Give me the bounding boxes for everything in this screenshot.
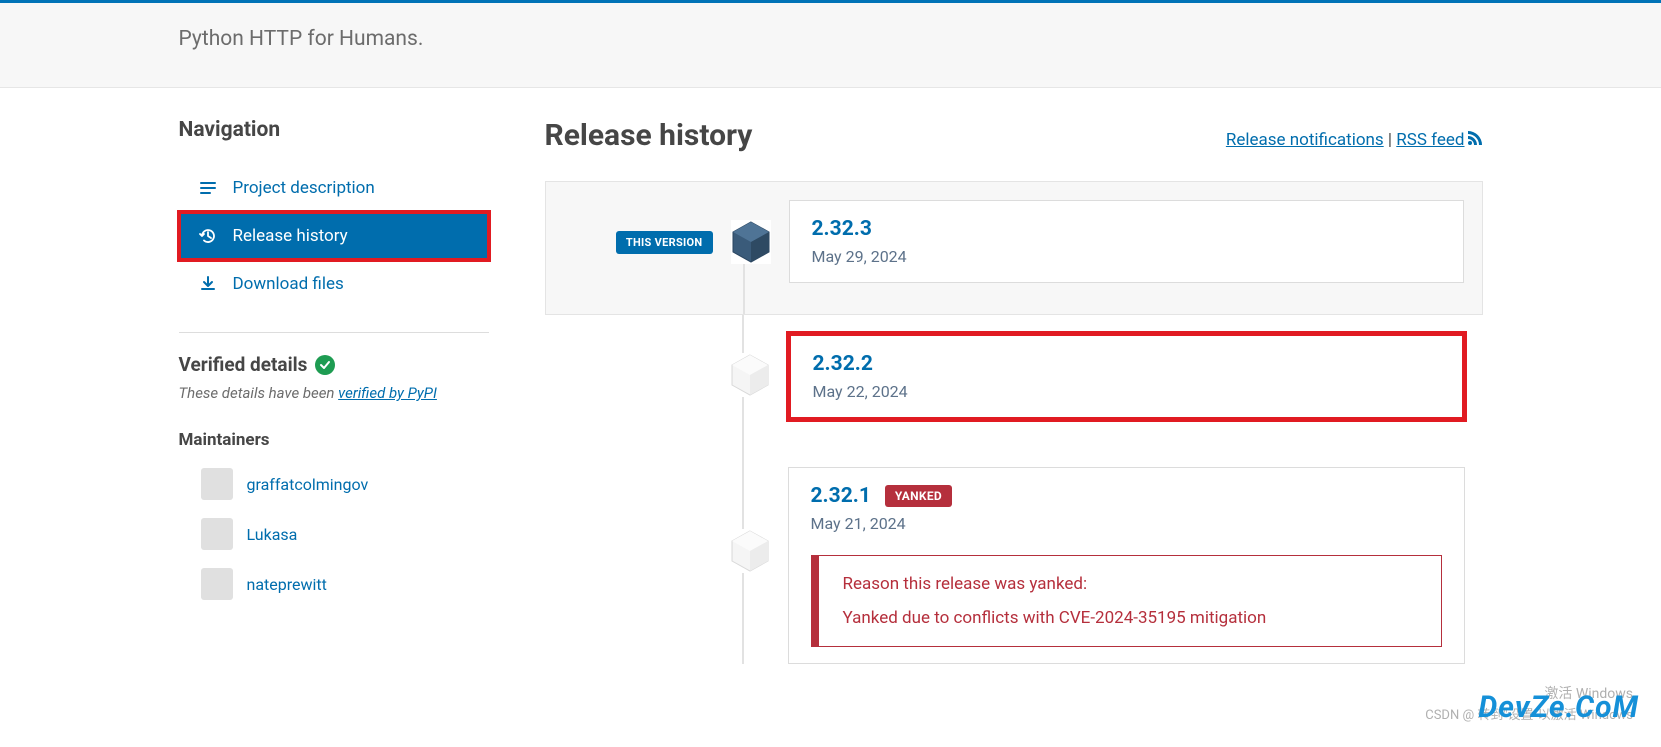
maintainer-link[interactable]: graffatcolmingov	[179, 468, 489, 500]
cube-icon	[731, 220, 771, 264]
avatar	[201, 518, 233, 550]
release-date: May 22, 2024	[813, 382, 1440, 401]
yanked-badge: YANKED	[885, 485, 952, 507]
maintainer-name: nateprewitt	[247, 575, 327, 594]
rss-icon	[1467, 130, 1483, 151]
watermark-line2: CSDN @ 转到"设置"以激活 Windows	[1425, 704, 1633, 723]
release-version: 2.32.1	[811, 484, 871, 508]
page-title: Release history	[545, 118, 753, 153]
nav-release-history[interactable]: Release history	[179, 212, 489, 260]
avatar	[201, 468, 233, 500]
yank-reason-text: Yanked due to conflicts with CVE-2024-35…	[843, 608, 1417, 628]
verified-heading: Verified details	[179, 353, 308, 376]
maintainers-heading: Maintainers	[179, 430, 489, 450]
release-notifications-link[interactable]: Release notifications	[1226, 130, 1384, 150]
release-date: May 21, 2024	[811, 514, 1442, 533]
verified-heading-row: Verified details	[179, 353, 489, 376]
rss-feed-link[interactable]: RSS feed	[1396, 130, 1482, 150]
download-icon	[199, 275, 217, 293]
verified-by-pypi-link[interactable]: verified by PyPI	[338, 384, 437, 402]
avatar	[201, 568, 233, 600]
release-version: 2.32.3	[812, 217, 872, 241]
verified-sub: These details have been verified by PyPI	[179, 384, 489, 402]
project-summary: Python HTTP for Humans.	[179, 27, 1483, 51]
nav-project-description[interactable]: Project description	[179, 164, 489, 212]
nav-item-label: Project description	[233, 178, 375, 198]
check-icon	[315, 355, 335, 375]
nav-heading: Navigation	[179, 118, 489, 142]
release-links: Release notifications | RSS feed	[1226, 130, 1483, 151]
watermark-logo: DevZe.CoM	[1478, 690, 1639, 725]
maintainer-link[interactable]: Lukasa	[179, 518, 489, 550]
maintainer-name: Lukasa	[247, 525, 298, 544]
nav-item-label: Download files	[233, 274, 344, 294]
yank-reason-box: Reason this release was yanked: Yanked d…	[811, 555, 1442, 647]
release-card[interactable]: 2.32.3 May 29, 2024	[789, 200, 1464, 283]
history-icon	[199, 227, 217, 245]
list-icon	[199, 179, 217, 197]
main-content: Release history Release notifications | …	[545, 118, 1483, 664]
yank-reason-title: Reason this release was yanked:	[843, 574, 1417, 594]
sidebar: Navigation Project description Release h…	[179, 118, 489, 664]
release-date: May 29, 2024	[812, 247, 1441, 266]
nav-item-label: Release history	[233, 226, 348, 246]
release-version: 2.32.2	[813, 352, 873, 376]
release-list: THIS VERSION 2.32.3 May 29, 2024	[545, 181, 1483, 664]
release-row[interactable]: 2.32.1 YANKED May 21, 2024 Reason this r…	[545, 449, 1483, 664]
project-header: Python HTTP for Humans.	[0, 3, 1661, 88]
nav-download-files[interactable]: Download files	[179, 260, 489, 308]
watermark-line1: 激活 Windows	[1544, 683, 1633, 703]
release-row[interactable]: 2.32.2 May 22, 2024	[545, 315, 1483, 449]
release-card-yanked[interactable]: 2.32.1 YANKED May 21, 2024 Reason this r…	[788, 467, 1465, 664]
release-card[interactable]: 2.32.2 May 22, 2024	[788, 333, 1465, 420]
this-version-badge: THIS VERSION	[616, 231, 713, 254]
cube-icon	[730, 353, 770, 397]
cube-icon	[730, 529, 770, 573]
release-row-current[interactable]: THIS VERSION 2.32.3 May 29, 2024	[545, 181, 1483, 315]
sidebar-divider	[179, 332, 489, 333]
maintainer-name: graffatcolmingov	[247, 475, 369, 494]
main-header: Release history Release notifications | …	[545, 118, 1483, 153]
maintainer-link[interactable]: nateprewitt	[179, 568, 489, 600]
